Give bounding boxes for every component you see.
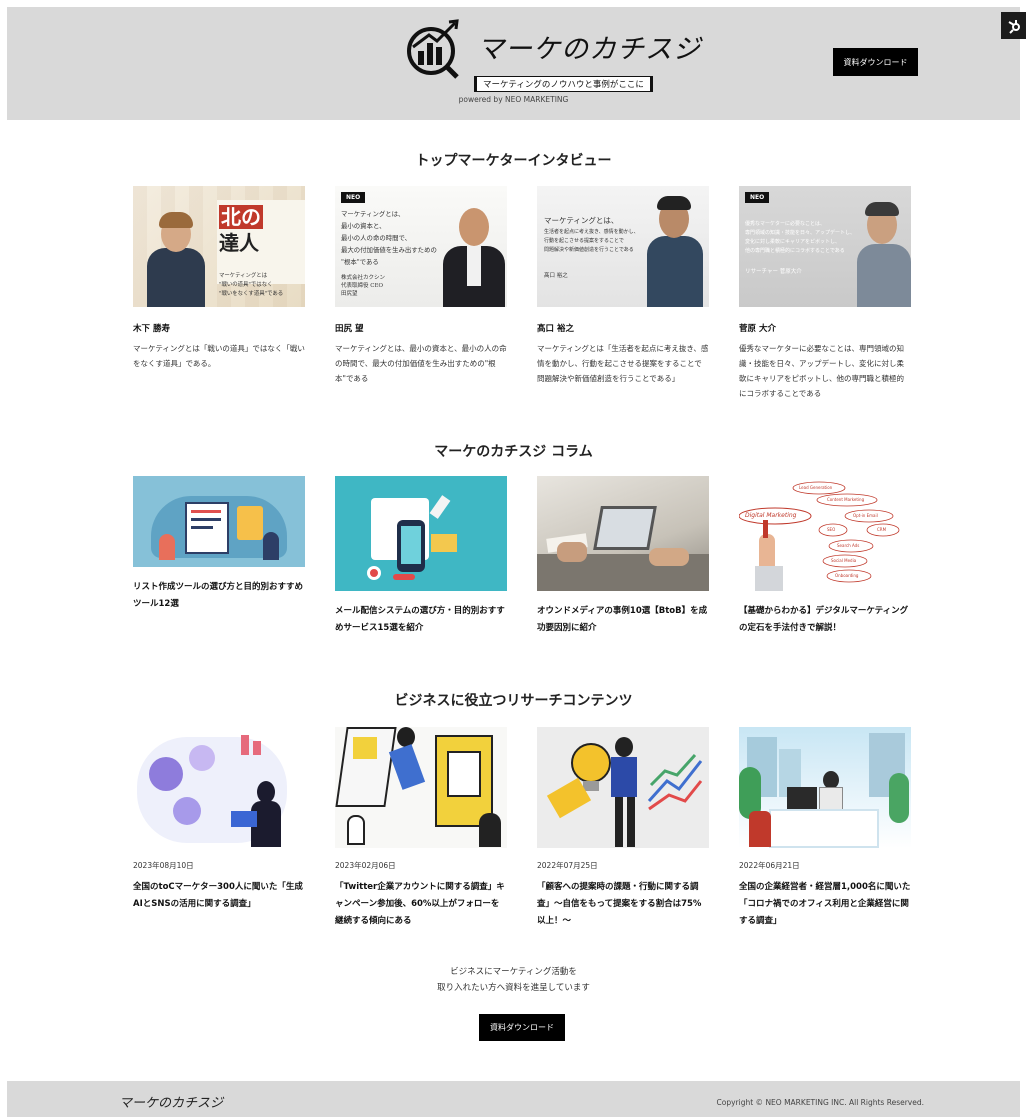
magnifier-chart-icon bbox=[407, 19, 459, 79]
column-image[interactable]: Lead Generation Content Marketing Digita… bbox=[739, 476, 911, 591]
copyright: Copyright © NEO MARKETING INC. All Right… bbox=[716, 1098, 924, 1107]
column-image[interactable] bbox=[133, 476, 305, 567]
research-image[interactable] bbox=[739, 727, 911, 848]
interviewee-quote: マーケティングとは、最小の資本と、最小の人の命の時間で、最大の付加価値を生み出す… bbox=[335, 344, 507, 383]
hubspot-icon[interactable] bbox=[1001, 12, 1026, 39]
header-download-button[interactable]: 資料ダウンロード bbox=[833, 48, 918, 76]
interview-card[interactable]: マーケティングとは、 生活者を起点に考え抜き、感情を動かし、 行動を起こさせる提… bbox=[537, 186, 709, 386]
interviewee-quote: 優秀なマーケターに必要なことは、専門領域の知識・技能を日々、アップデートし、変化… bbox=[739, 344, 904, 398]
research-section-title: ビジネスに役立つリサーチコンテンツ bbox=[394, 693, 633, 709]
interviewee-name: 髙口 裕之 bbox=[537, 324, 574, 334]
cta-text: ビジネスにマーケティング活動を 取り入れたい方へ資料を進呈しています bbox=[437, 967, 590, 993]
research-card[interactable]: 2022年06月21日 全国の企業経営者・経営層1,000名に聞いた「コロナ禍で… bbox=[739, 727, 911, 930]
interviewee-quote: マーケティングとは「生活者を起点に考え抜き、感情を動かし、行動を起こさせる提案を… bbox=[537, 344, 709, 383]
column-title[interactable]: メール配信システムの選び方・目的別おすすめサービス15選を紹介 bbox=[335, 603, 507, 637]
interview-image[interactable]: マーケティングとは、 生活者を起点に考え抜き、感情を動かし、 行動を起こさせる提… bbox=[537, 186, 709, 307]
research-date: 2023年08月10日 bbox=[133, 861, 194, 870]
column-card[interactable]: Lead Generation Content Marketing Digita… bbox=[739, 476, 911, 637]
column-section-title: マーケのカチスジ コラム bbox=[434, 444, 593, 460]
research-image[interactable] bbox=[537, 727, 709, 848]
column-card[interactable]: メール配信システムの選び方・目的別おすすめサービス15選を紹介 bbox=[335, 476, 507, 637]
research-card[interactable]: 2023年08月10日 全国のtoCマーケター300人に聞いた「生成AIとSNS… bbox=[133, 727, 305, 913]
logo-tagline: マーケティングのノウハウと事例がここに bbox=[474, 76, 653, 92]
interview-card[interactable]: 北の 達人 マーケティングとは "戦いの道具"ではなく "戦いをなくす道具"であ… bbox=[133, 186, 305, 371]
research-card[interactable]: 2022年07月25日 「顧客への提案時の課題・行動に関する調査」～自信をもって… bbox=[537, 727, 709, 930]
interview-section-title: トップマーケターインタビュー bbox=[415, 153, 612, 169]
column-image[interactable] bbox=[335, 476, 507, 591]
research-image[interactable] bbox=[133, 727, 305, 848]
interviewee-name: 田尻 望 bbox=[335, 324, 364, 334]
research-card[interactable]: 2023年02月06日 「Twitter企業アカウントに関する調査」キャンペーン… bbox=[335, 727, 507, 930]
interviewee-name: 木下 勝寿 bbox=[133, 324, 170, 334]
column-title[interactable]: 【基礎からわかる】デジタルマーケティングの定石を手法付きで解説！ bbox=[739, 603, 911, 637]
research-title[interactable]: 全国の企業経営者・経営層1,000名に聞いた「コロナ禍でのオフィス利用と企業経営… bbox=[739, 879, 911, 930]
research-date: 2022年07月25日 bbox=[537, 861, 598, 870]
research-image[interactable] bbox=[335, 727, 507, 848]
column-title[interactable]: オウンドメディアの事例10選【BtoB】を成功要因別に紹介 bbox=[537, 603, 709, 637]
site-footer: マーケのカチスジ Copyright © NEO MARKETING INC. … bbox=[7, 1081, 1020, 1117]
interview-image[interactable]: 北の 達人 マーケティングとは "戦いの道具"ではなく "戦いをなくす道具"であ… bbox=[133, 186, 305, 307]
cta-download-button[interactable]: 資料ダウンロード bbox=[479, 1014, 565, 1041]
interviewee-name: 菅原 大介 bbox=[739, 324, 776, 334]
site-header: マーケのカチスジ マーケティングのノウハウと事例がここに powered by … bbox=[7, 7, 1020, 120]
neo-badge: NEO bbox=[341, 192, 366, 203]
research-title[interactable]: 全国のtoCマーケター300人に聞いた「生成AIとSNSの活用に関する調査」 bbox=[133, 879, 305, 913]
research-date: 2022年06月21日 bbox=[739, 861, 800, 870]
interview-card[interactable]: NEO 優秀なマーケターに必要なことは、 専門領域の知識・技能を日々、アップデー… bbox=[739, 186, 911, 401]
column-card[interactable]: リスト作成ツールの選び方と目的別おすすめツール12選 bbox=[133, 476, 305, 613]
logo-text: マーケのカチスジ bbox=[477, 34, 701, 65]
neo-badge: NEO bbox=[745, 192, 770, 203]
interview-card[interactable]: NEO マーケティングとは、 最小の資本と、 最小の人の命の時間で、 最大の付加… bbox=[335, 186, 507, 386]
footer-logo[interactable]: マーケのカチスジ bbox=[119, 1092, 223, 1111]
interview-image[interactable]: NEO マーケティングとは、 最小の資本と、 最小の人の命の時間で、 最大の付加… bbox=[335, 186, 507, 307]
powered-by: powered by NEO MARKETING bbox=[458, 95, 569, 104]
research-title[interactable]: 「顧客への提案時の課題・行動に関する調査」～自信をもって提案をする割合は75%以… bbox=[537, 879, 709, 930]
interview-image[interactable]: NEO 優秀なマーケターに必要なことは、 専門領域の知識・技能を日々、アップデー… bbox=[739, 186, 911, 307]
column-image[interactable] bbox=[537, 476, 709, 591]
research-title[interactable]: 「Twitter企業アカウントに関する調査」キャンペーン参加後、60%以上がフォ… bbox=[335, 879, 507, 930]
interviewee-quote: マーケティングとは「戦いの道具」ではなく「戦いをなくす道具」である。 bbox=[133, 344, 305, 368]
column-title[interactable]: リスト作成ツールの選び方と目的別おすすめツール12選 bbox=[133, 579, 305, 613]
site-logo[interactable]: マーケのカチスジ マーケティングのノウハウと事例がここに bbox=[403, 17, 700, 92]
research-date: 2023年02月06日 bbox=[335, 861, 396, 870]
column-card[interactable]: オウンドメディアの事例10選【BtoB】を成功要因別に紹介 bbox=[537, 476, 709, 637]
